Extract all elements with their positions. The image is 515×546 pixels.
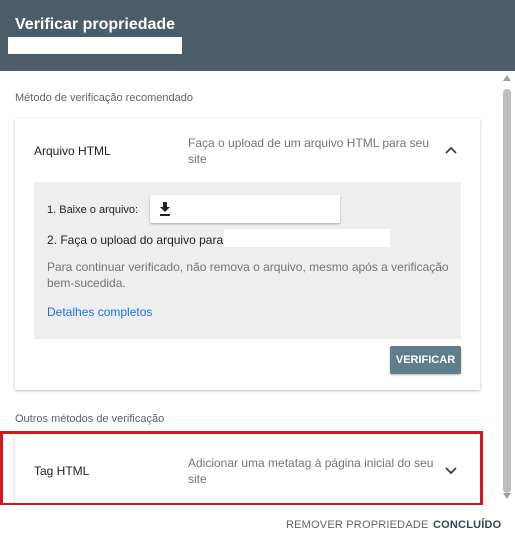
- scroll-thumb[interactable]: [503, 89, 511, 493]
- done-button[interactable]: CONCLUÍDO: [433, 519, 501, 531]
- step-download-label: 1. Baixe o arquivo:: [47, 204, 139, 216]
- verification-note: Para continuar verificado, não remova o …: [47, 260, 449, 290]
- scroll-down-arrow-icon[interactable]: [503, 493, 511, 499]
- dialog-title: Verificar propriedade: [15, 16, 176, 33]
- html-file-card: Arquivo HTML Faça o upload de um arquivo…: [15, 119, 480, 390]
- dialog-footer: REMOVER PROPRIEDADE CONCLUÍDO: [0, 505, 515, 546]
- dialog-header: Verificar propriedade: [0, 0, 515, 71]
- download-file-button[interactable]: [150, 195, 340, 223]
- html-tag-description: Adicionar uma metatag à página inicial d…: [188, 456, 434, 486]
- html-file-title: Arquivo HTML: [34, 144, 111, 158]
- html-tag-card[interactable]: Tag HTML Adicionar uma metatag à página …: [15, 435, 480, 505]
- vertical-scrollbar[interactable]: [499, 71, 515, 505]
- recommended-method-label: Método de verificação recomendado: [15, 92, 193, 104]
- redacted-property-url: [8, 37, 182, 54]
- step-upload-label: 2. Faça o upload do arquivo para:: [47, 233, 227, 247]
- html-tag-title: Tag HTML: [34, 464, 90, 478]
- download-icon: [160, 202, 170, 216]
- verify-button[interactable]: VERIFICAR: [390, 346, 461, 374]
- html-file-instructions: 1. Baixe o arquivo: 2. Faça o upload do …: [34, 182, 461, 339]
- redacted-upload-url: [224, 229, 390, 247]
- chevron-up-icon[interactable]: [441, 141, 461, 161]
- other-methods-label: Outros métodos de verificação: [15, 413, 165, 425]
- remove-property-button[interactable]: REMOVER PROPRIEDADE: [286, 519, 429, 531]
- scroll-up-arrow-icon[interactable]: [503, 75, 511, 81]
- dialog-content: Método de verificação recomendado Arquiv…: [0, 71, 515, 505]
- full-details-link[interactable]: Detalhes completos: [47, 305, 152, 319]
- html-file-description: Faça o upload de um arquivo HTML para se…: [188, 136, 430, 166]
- chevron-down-icon[interactable]: [441, 460, 461, 480]
